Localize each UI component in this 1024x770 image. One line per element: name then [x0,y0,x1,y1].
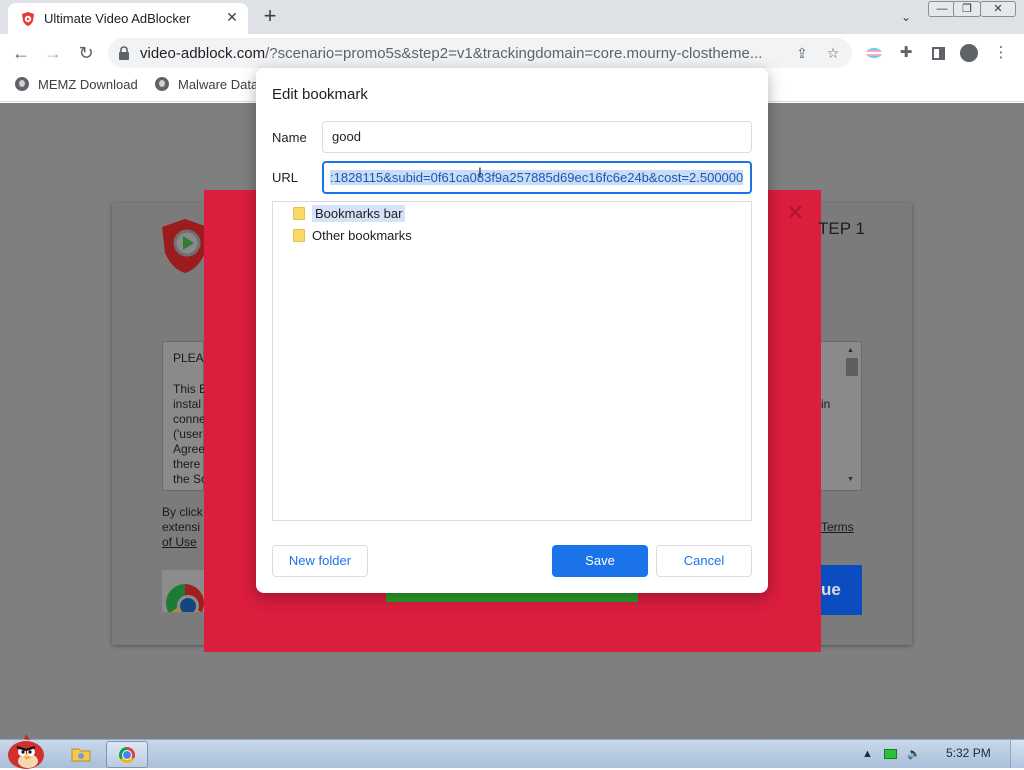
url-host: video-adblock.com [140,45,266,62]
folder-bookmarks-bar[interactable]: Bookmarks bar [293,204,406,224]
adblocker-logo-icon [162,219,208,273]
tab-strip: Ultimate Video AdBlocker ✕ + ⌄ — ❐ ✕ [0,0,1024,34]
taskbar-chrome-button[interactable] [106,741,148,768]
bookmark-malware-data[interactable]: Malware Data [155,77,258,97]
extension-flag-icon[interactable] [863,42,885,64]
url-field-value: :1828115&subid=0f61ca083f9a257885d69ec16… [330,170,744,185]
chrome-logo-box [162,570,204,612]
eula-right-text: in [821,397,831,411]
chrome-icon [119,747,135,763]
eula-line: Agree [173,442,204,456]
clock[interactable]: 5:32 PM [946,746,991,760]
new-folder-button[interactable]: New folder [272,545,368,577]
dialog-title: Edit bookmark [272,86,368,103]
overlay-close-icon[interactable]: ✕ [786,201,804,225]
by-click-line: extensi [162,520,201,534]
tray-expand-arrow-icon[interactable]: ▲ [862,746,873,762]
browser-toolbar: ← → ↻ video-adblock.com/?scenario=promo5… [0,34,1024,72]
address-bar[interactable]: video-adblock.com/?scenario=promo5s&step… [108,38,852,68]
eula-line: ('user [173,427,203,441]
by-clicking-text: By click extensi of Use [162,505,204,550]
side-panel-icon[interactable] [927,42,949,64]
volume-icon[interactable]: 🔈 [907,746,921,762]
folder-other-bookmarks[interactable]: Other bookmarks [293,226,412,246]
profile-avatar-icon[interactable] [958,42,980,64]
bookmark-label: MEMZ Download [38,77,138,92]
eula-scrollbar[interactable]: ▲ ▼ [845,346,859,486]
globe-icon [155,77,169,91]
chrome-logo-icon [166,584,204,612]
bookmark-label: Malware Data [178,77,259,92]
tab-search-chevron-icon[interactable]: ⌄ [896,7,916,27]
start-angry-bird-icon[interactable] [4,730,48,770]
folder-label: Other bookmarks [312,228,412,243]
close-window-button[interactable]: ✕ [980,1,1016,17]
windows-taskbar: ▲ 🔈 5:32 PM [0,734,1024,769]
tab-title: Ultimate Video AdBlocker [44,11,191,26]
eula-line: This E [173,382,204,396]
step-label: TEP 1 [818,219,865,238]
url-label: URL [272,170,299,185]
edit-bookmark-dialog: Edit bookmark Name good URL :1828115&sub… [256,68,768,593]
scroll-thumb[interactable] [846,358,858,376]
new-tab-plus-icon[interactable]: + [258,5,282,29]
folder-icon [293,207,305,220]
adblock-shield-icon [22,12,34,26]
bookmark-star-icon[interactable]: ☆ [823,43,843,63]
name-field[interactable]: good [322,121,752,153]
restore-button[interactable]: ❐ [953,1,981,17]
folder-label: Bookmarks bar [312,205,406,222]
folder-icon [293,229,305,242]
eula-text: This E instal conne ('user Agree there t… [173,382,204,487]
bookmark-memz-download[interactable]: MEMZ Download [15,77,138,97]
tab-close-icon[interactable]: ✕ [222,7,242,27]
menu-kebab-icon[interactable]: ⋮ [990,42,1012,64]
url-field[interactable]: :1828115&subid=0f61ca083f9a257885d69ec16… [322,161,752,194]
scroll-down-arrow-icon[interactable]: ▼ [847,476,854,483]
minimize-button[interactable]: — [928,1,956,17]
reload-icon[interactable]: ↻ [73,40,99,66]
eula-line: there [173,457,201,471]
by-click-line: By click [162,505,203,519]
back-arrow-icon[interactable]: ← [8,40,34,66]
forward-arrow-icon[interactable]: → [40,40,66,66]
eula-line: instal [173,397,202,411]
share-icon[interactable]: ⇪ [792,43,812,63]
continue-button[interactable]: ue [821,565,862,615]
text-cursor-icon: I [478,164,482,180]
eula-line: conne [173,412,204,426]
folder-tree[interactable]: Bookmarks bar Other bookmarks [272,201,752,521]
scroll-up-arrow-icon[interactable]: ▲ [847,347,854,354]
url-text: video-adblock.com/?scenario=promo5s&step… [140,45,780,62]
tab-ultimate-video-adblocker[interactable]: Ultimate Video AdBlocker ✕ [8,3,248,34]
battery-icon[interactable] [884,746,897,762]
url-path: /?scenario=promo5s&step2=v1&trackingdoma… [265,45,763,62]
eula-line: the So [173,472,204,486]
explorer-folder-icon[interactable] [70,744,92,764]
terms-link[interactable]: Terms [821,520,854,534]
cancel-button[interactable]: Cancel [656,545,752,577]
by-click-line[interactable]: of Use [162,535,204,550]
extensions-puzzle-icon[interactable]: ✚ [895,42,917,64]
show-desktop-button[interactable] [1010,740,1024,768]
eula-title: PLEA [173,351,204,365]
globe-icon [15,77,29,91]
name-label: Name [272,130,307,145]
lock-icon [119,46,129,60]
save-button[interactable]: Save [552,545,648,577]
